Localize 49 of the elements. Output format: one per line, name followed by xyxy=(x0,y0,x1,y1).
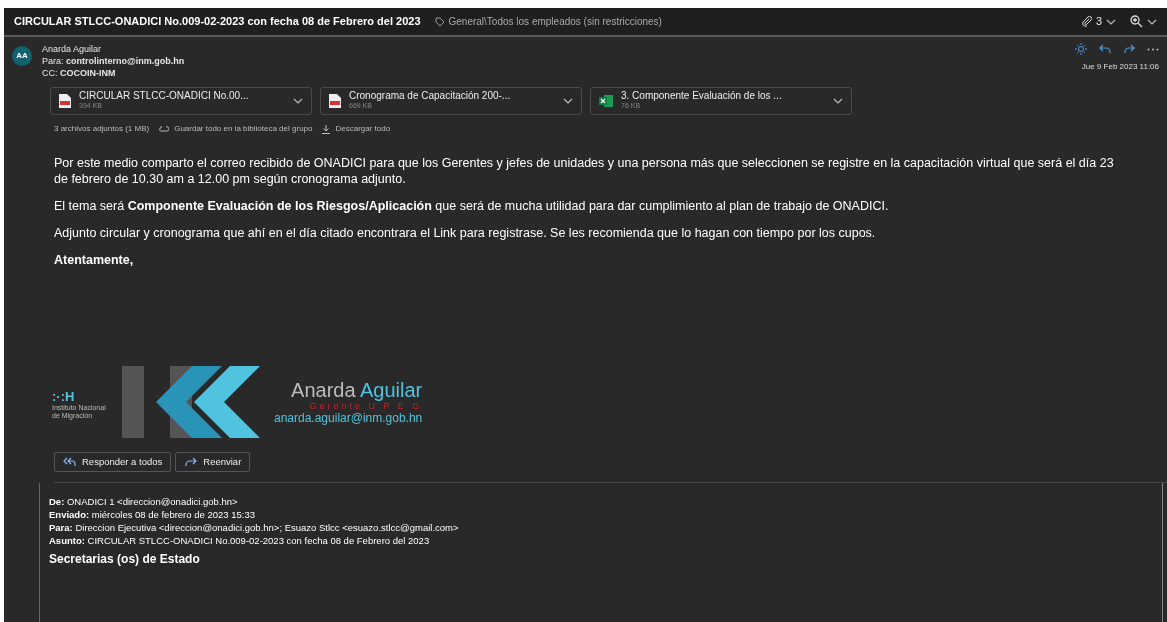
recipient-line: Para: controlinterno@inm.gob.hn xyxy=(42,55,186,67)
attachment-name: 3. Componente Evaluación de los ... xyxy=(621,91,783,101)
sensitivity-label: General\Todos los empleados (sin restricciones) xyxy=(448,15,662,29)
message-action-button[interactable]: Responder a todos xyxy=(54,452,172,472)
spreadsheet-file-icon xyxy=(599,94,613,108)
signature-email: anarda.aguilar@inm.gob.hn xyxy=(274,411,423,425)
reply-all-icon xyxy=(63,457,76,467)
sun-icon[interactable] xyxy=(1075,43,1087,55)
body-paragraph: El tema será Componente Evaluación de los Riesgos/Aplicación que será de mucha utilidad para dar cumplimiento al plan de trabajo de ONADICI. xyxy=(54,198,890,214)
forward-icon xyxy=(184,457,198,467)
sender-name: Anarda Aguilar xyxy=(42,43,103,55)
body-paragraph: Atentamente, xyxy=(54,252,135,268)
body-paragraph: Adjunto circular y cronograma que ahí en el día citado encontrara el Link para registrase. Se les recomienda que lo hagan con tiempo por los cupos. xyxy=(54,225,877,241)
quoted-header-line: Asunto: CIRCULAR STLCC-ONADICI No.009-02-2023 con fecha 08 de Febrero del 2023 xyxy=(49,534,431,547)
logo-mark: :·:H xyxy=(52,390,76,404)
download-all-link[interactable]: Descargar todo xyxy=(322,123,391,135)
zoom-in-icon xyxy=(1130,15,1143,28)
attachment-name: CIRCULAR STLCC-ONADICI No.00... xyxy=(79,91,250,101)
signature-name: Anarda Aguilar xyxy=(291,379,423,401)
chevron-down-icon xyxy=(1106,18,1116,25)
reply-icon[interactable] xyxy=(1099,44,1111,54)
chevron-down-icon xyxy=(563,98,573,104)
attachments-summary: 3 archivos adjuntos (1 MB) xyxy=(54,123,150,135)
email-subject: CIRCULAR STLCC-ONADICI No.009-02-2023 con fecha 08 de Febrero del 2023 xyxy=(14,14,421,30)
attachments-button[interactable]: 3 xyxy=(1080,13,1116,30)
forward-icon[interactable] xyxy=(1123,44,1135,54)
cc-line: CC: COCOIN-INM xyxy=(42,67,117,79)
quoted-header-line: De: ONADICI 1 <direccion@onadici.gob.hn> xyxy=(49,495,239,508)
avatar: AA xyxy=(12,46,32,66)
zoom-button[interactable] xyxy=(1130,15,1157,28)
more-icon[interactable] xyxy=(1147,47,1159,51)
message-action-button[interactable]: Reenviar xyxy=(175,452,251,472)
signature-role: Gerente U P E G xyxy=(309,401,423,411)
pdf-file-icon xyxy=(59,94,71,108)
message-date: Jue 9 Feb 2023 11:06 xyxy=(1081,61,1159,73)
quoted-header-line: Enviado: miércoles 08 de febrero de 2023 15:33 xyxy=(49,508,256,521)
pdf-file-icon xyxy=(329,94,341,108)
chevron-down-icon xyxy=(293,98,303,104)
body-paragraph: Por este medio comparto el correo recibido de ONADICI para que los Gerentes y jefes de unidades y una persona más que seleccionen se registre en la capacitación virtual que será el día 23 de febrero de 10.30 am a 12.00 pm según cronograma adjunto. xyxy=(54,155,1115,187)
attachment-name: Cronograma de Capacitación 200-... xyxy=(349,91,512,101)
cloud-icon xyxy=(159,126,170,132)
chevron-down-icon xyxy=(1147,18,1157,25)
quoted-header-line: Para: Direccion Ejecutiva <direccion@onadici.gob.hn>; Esuazo Stlcc <esuazo.stlcc@gmail.com> xyxy=(49,521,460,534)
quoted-heading: Secretarias (os) de Estado xyxy=(49,553,201,566)
save-all-link[interactable]: Guardar todo en la biblioteca del grupo xyxy=(159,123,313,135)
download-icon xyxy=(322,124,331,134)
chevron-down-icon xyxy=(833,98,843,104)
tag-icon xyxy=(434,16,445,27)
paperclip-icon xyxy=(1080,16,1092,27)
